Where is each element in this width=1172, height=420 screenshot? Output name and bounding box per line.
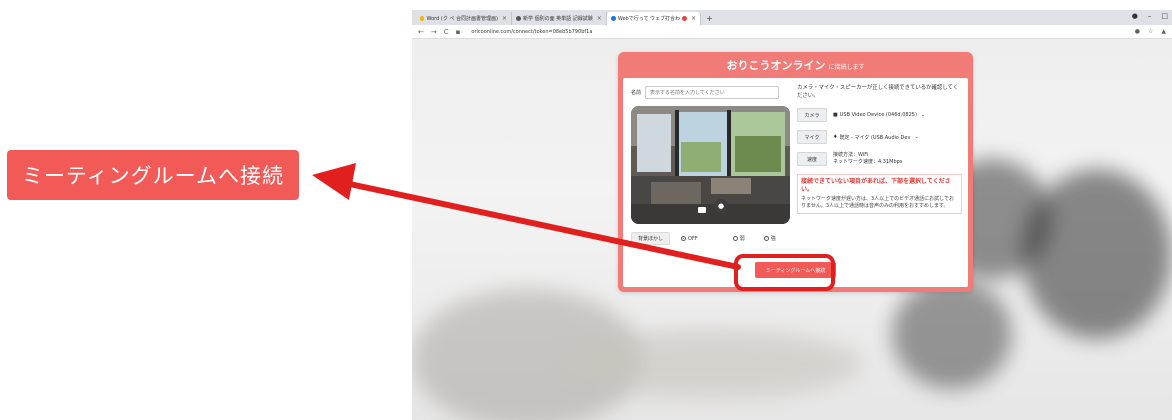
annotation-arrow bbox=[312, 163, 741, 270]
screenshot-stage: ミーティングルームへ接続 Word (ク ペ 合同計画書管理画) × 新学 個別… bbox=[0, 0, 1172, 420]
